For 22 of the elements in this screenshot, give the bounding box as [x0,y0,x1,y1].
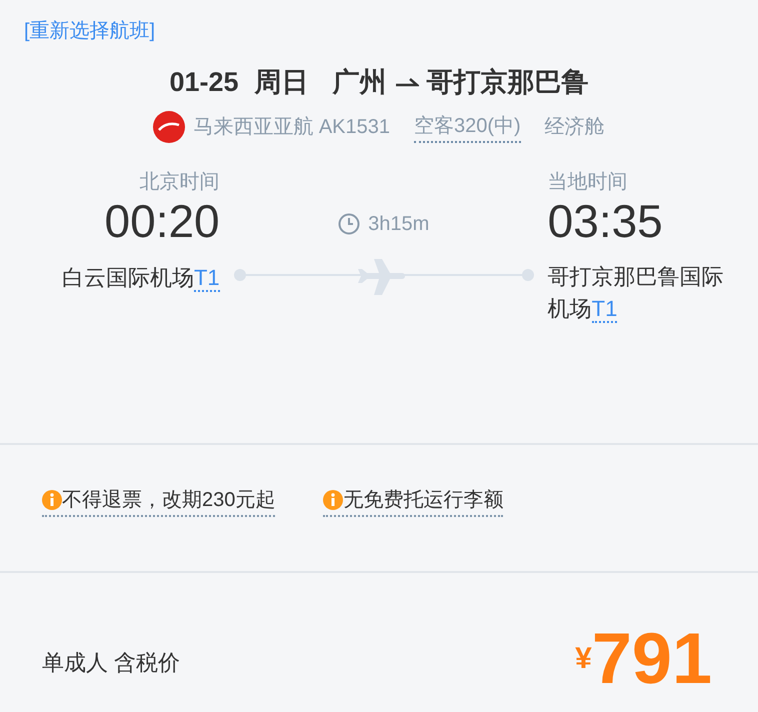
currency-symbol: ¥ [575,641,592,677]
flight-duration: 3h15m [368,212,430,236]
notice-link[interactable]: 不得退票，改期230元起 [42,485,276,517]
price-amount: 791 [592,623,712,695]
departure-airport: 白云国际机场T1 [62,264,220,290]
flight-date: 01-25 [169,66,239,99]
origin-city: 广州 [332,66,387,99]
arrival-airport: 哥打京那巴鲁国际机场T1 [548,262,725,325]
departure-time: 00:20 [104,194,220,246]
arrival-timezone: 当地时间 [548,170,628,192]
airline-logo-icon [153,110,186,142]
destination-city: 哥打京那巴鲁 [426,66,589,99]
airline-flight-number: 马来西亚亚航 AK1531 [193,114,390,140]
arrival-time: 03:35 [548,194,663,246]
notice-link[interactable]: 无免费托运行李额 [323,485,504,517]
cabin-class: 经济舱 [544,114,605,140]
price-label: 单成人 含税价 [42,649,180,677]
info-icon [42,490,62,510]
flight-weekday: 周日 [254,66,309,99]
clock-icon [338,212,360,234]
departure-timezone: 北京时间 [140,170,220,192]
info-icon [323,490,344,510]
